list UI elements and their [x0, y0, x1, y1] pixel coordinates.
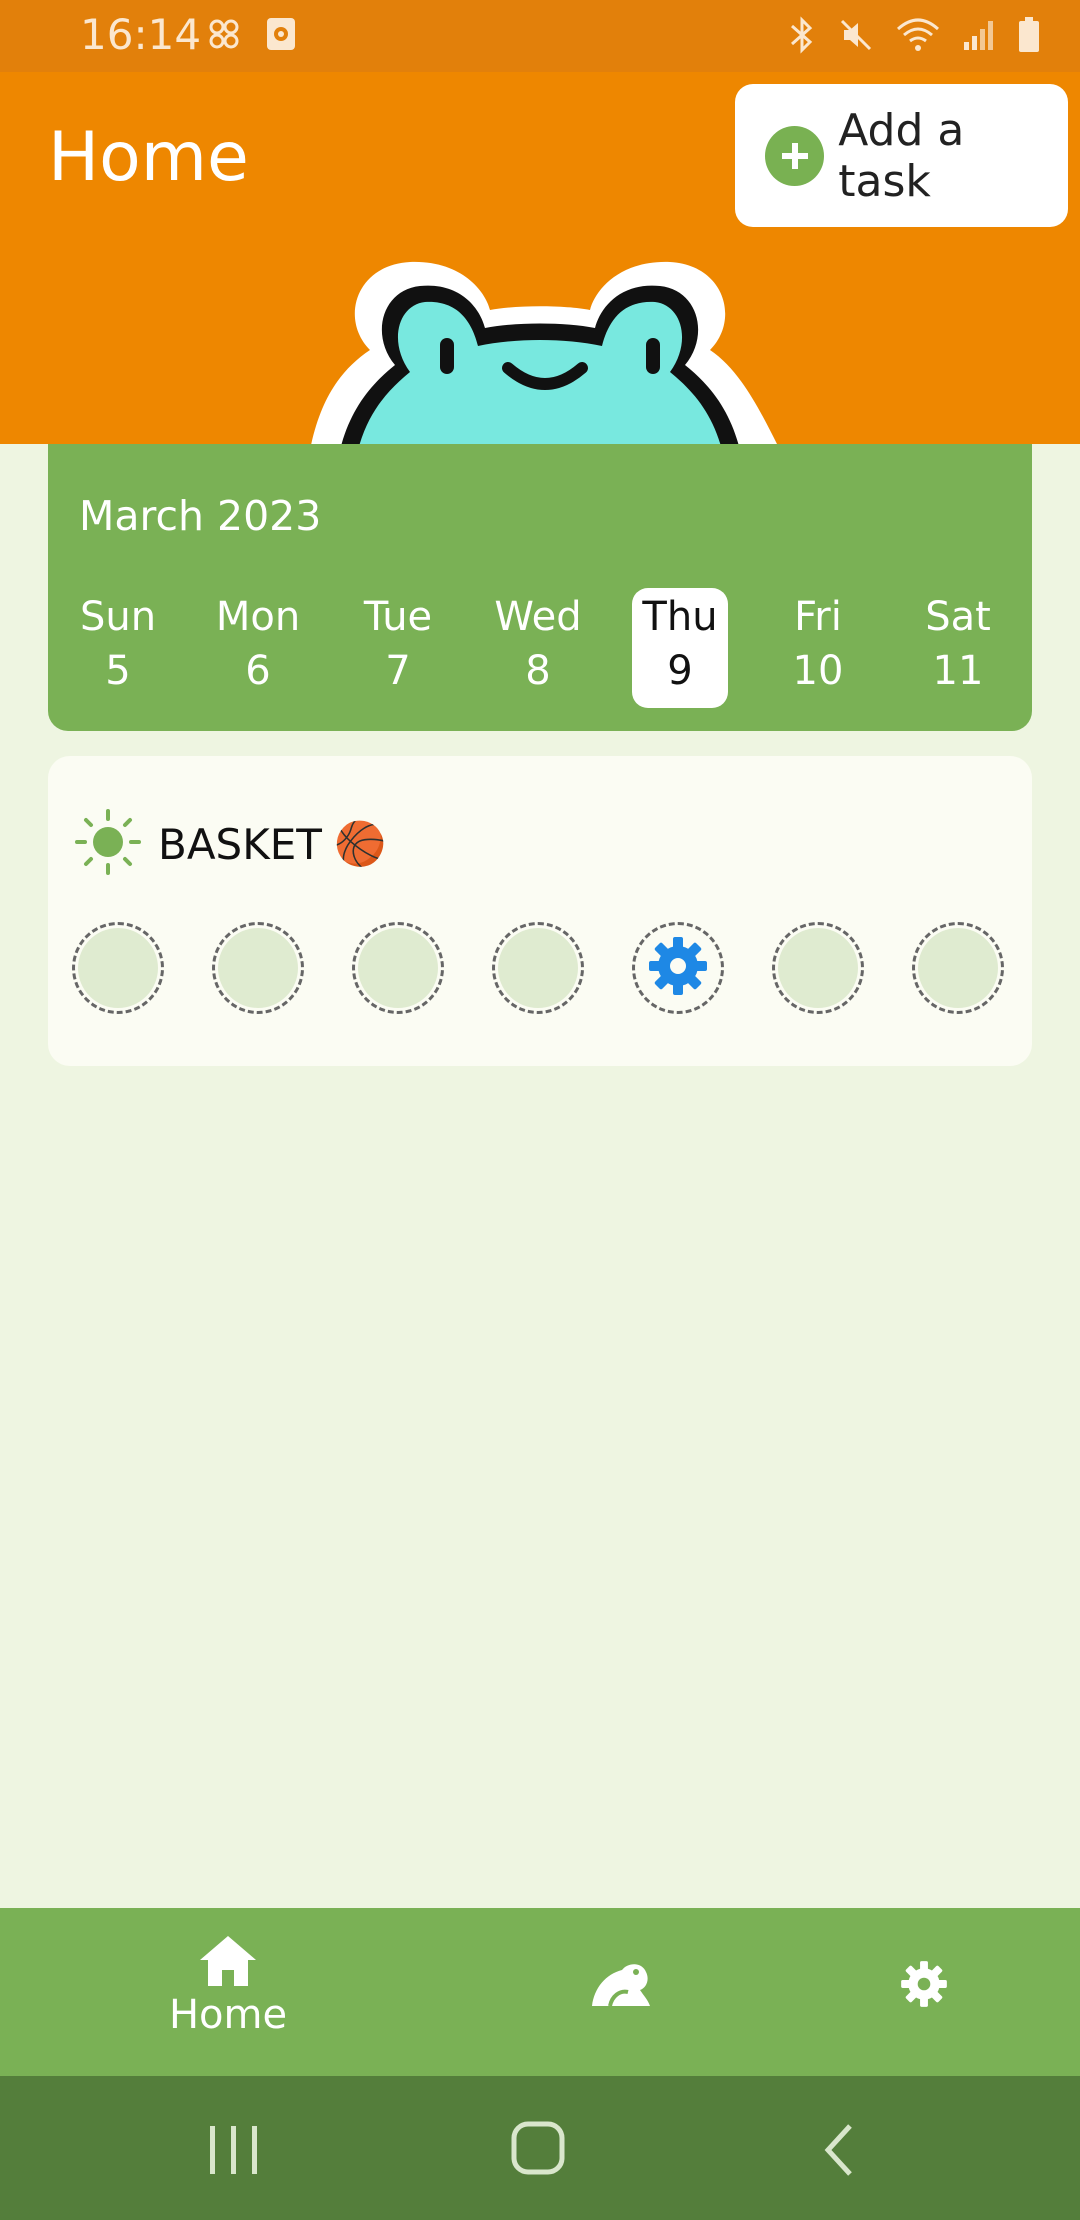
day-number: 7 [385, 648, 411, 694]
nav-settings[interactable] [898, 1958, 950, 2014]
status-right-icons [788, 16, 1040, 58]
status-time: 16:14 [80, 10, 202, 59]
frog-mascot-illustration [300, 250, 840, 444]
wifi-icon [896, 17, 940, 57]
nav-home[interactable]: Home [160, 1934, 296, 2038]
app-bar: Home Add a task [0, 72, 1080, 444]
add-task-button[interactable]: Add a task [735, 84, 1068, 227]
task-card[interactable]: BASKET 🏀 [48, 756, 1032, 1066]
day-number: 8 [525, 648, 551, 694]
day-sat[interactable]: Sat 11 [910, 588, 1006, 708]
day-name: Sat [925, 594, 991, 640]
frog-icon [588, 1964, 652, 2014]
mute-icon [838, 17, 874, 57]
plus-icon [765, 125, 825, 186]
day-name: Mon [215, 594, 301, 640]
page-title: Home [48, 118, 249, 197]
basketball-emoji: 🏀 [333, 819, 387, 868]
status-bar: 16:14 [0, 0, 1080, 72]
day-mon[interactable]: Mon 6 [210, 588, 306, 708]
day-progress-circle[interactable] [492, 922, 584, 1014]
day-wed[interactable]: Wed 8 [490, 588, 586, 708]
screen-recorder-icon [266, 17, 296, 55]
week-calendar: March 2023 Sun 5 Mon 6 Tue 7 Wed 8 Thu 9… [48, 444, 1032, 731]
day-number: 11 [932, 648, 984, 694]
day-name: Wed [494, 594, 582, 640]
add-task-label: Add a task [838, 104, 965, 207]
day-tue[interactable]: Tue 7 [350, 588, 446, 708]
gear-icon [898, 1961, 950, 2014]
progress-fill [498, 928, 578, 1008]
signal-icon [962, 18, 996, 56]
task-header: BASKET 🏀 [74, 808, 386, 880]
day-progress-circle-today[interactable] [632, 922, 724, 1014]
home-system-icon[interactable] [510, 2120, 566, 2180]
day-fri[interactable]: Fri 10 [770, 588, 866, 708]
day-name: Tue [363, 594, 433, 640]
day-progress-circle[interactable] [72, 922, 164, 1014]
nav-home-label: Home [168, 1992, 288, 2038]
day-number: 9 [667, 648, 693, 694]
day-progress-circle[interactable] [772, 922, 864, 1014]
progress-fill [778, 928, 858, 1008]
fan-icon [206, 16, 242, 56]
day-progress-circle[interactable] [912, 922, 1004, 1014]
battery-icon [1018, 17, 1040, 57]
day-thu-selected[interactable]: Thu 9 [632, 588, 728, 708]
day-name: Thu [642, 594, 718, 640]
progress-fill [218, 928, 298, 1008]
bottom-navigation: Home [0, 1908, 1080, 2076]
progress-fill [358, 928, 438, 1008]
home-icon [198, 1936, 258, 1992]
status-left-icons [206, 16, 296, 56]
back-icon[interactable] [820, 2122, 860, 2182]
bluetooth-icon [788, 16, 816, 58]
day-name: Fri [794, 594, 842, 640]
sun-icon [74, 808, 142, 880]
calendar-month: March 2023 [79, 492, 322, 540]
recent-apps-icon[interactable] [208, 2122, 260, 2182]
task-title: BASKET [158, 819, 322, 869]
day-number: 10 [792, 648, 844, 694]
nav-frog[interactable] [588, 1960, 652, 2014]
progress-fill [78, 928, 158, 1008]
day-number: 6 [245, 648, 271, 694]
day-sun[interactable]: Sun 5 [70, 588, 166, 708]
day-progress-circle[interactable] [352, 922, 444, 1014]
system-navigation-bar [0, 2076, 1080, 2220]
gear-icon [645, 933, 711, 1003]
day-number: 5 [105, 648, 131, 694]
day-progress-circle[interactable] [212, 922, 304, 1014]
progress-fill [918, 928, 998, 1008]
day-name: Sun [79, 594, 157, 640]
